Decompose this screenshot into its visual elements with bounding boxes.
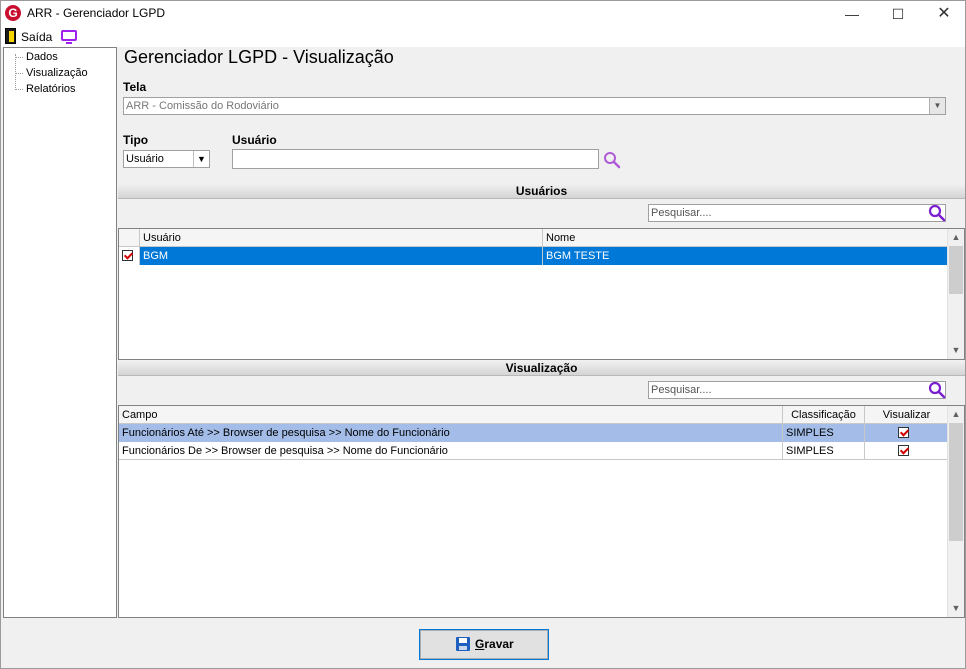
minimize-button[interactable]: — bbox=[829, 1, 875, 27]
navigation-tree: Dados Visualização Relatórios bbox=[3, 47, 117, 618]
menu-exit[interactable]: Saída bbox=[21, 30, 52, 44]
select-column-header[interactable] bbox=[119, 229, 140, 247]
usuario-label: Usuário bbox=[232, 133, 277, 147]
users-scrollbar[interactable]: ▲ ▼ bbox=[947, 229, 964, 359]
cell-classificacao: SIMPLES bbox=[783, 424, 865, 442]
users-grid-header: Usuário Nome bbox=[119, 229, 948, 247]
tree-connector bbox=[15, 89, 23, 90]
window-title: ARR - Gerenciador LGPD bbox=[27, 6, 166, 20]
row-checkbox[interactable] bbox=[122, 250, 133, 261]
app-window: G ARR - Gerenciador LGPD — ☐ ✕ Saída Dad… bbox=[0, 0, 966, 669]
view-section-header: Visualização bbox=[118, 360, 965, 376]
save-button[interactable]: Gravar bbox=[419, 629, 549, 660]
tipo-select[interactable]: Usuário ▼ bbox=[123, 150, 210, 168]
visualizar-checkbox[interactable] bbox=[898, 427, 909, 438]
cell-campo: Funcionários Até >> Browser de pesquisa … bbox=[119, 424, 783, 442]
close-button[interactable]: ✕ bbox=[921, 1, 966, 27]
save-button-text: ravar bbox=[484, 637, 514, 651]
tree-item-relatorios[interactable]: Relatórios bbox=[26, 83, 76, 95]
scroll-up-icon[interactable]: ▲ bbox=[948, 406, 964, 423]
cell-campo: Funcionários De >> Browser de pesquisa >… bbox=[119, 442, 783, 460]
save-button-label: Gravar bbox=[475, 630, 514, 659]
maximize-button[interactable]: ☐ bbox=[875, 1, 921, 27]
column-header-nome[interactable]: Nome bbox=[543, 229, 948, 247]
cell-classificacao: SIMPLES bbox=[783, 442, 865, 460]
tree-item-dados[interactable]: Dados bbox=[26, 51, 58, 63]
tree-connector bbox=[15, 54, 16, 90]
menu-bar: Saída bbox=[1, 27, 965, 47]
visualizar-checkbox[interactable] bbox=[898, 445, 909, 456]
tree-connector bbox=[15, 57, 23, 58]
view-search-input[interactable]: Pesquisar.... bbox=[648, 381, 946, 399]
floppy-disk-icon bbox=[456, 637, 470, 651]
tela-select-value: ARR - Comissão do Rodoviário bbox=[126, 100, 279, 112]
users-search-input[interactable]: Pesquisar.... bbox=[648, 204, 946, 222]
column-header-visualizar[interactable]: Visualizar bbox=[865, 406, 948, 424]
cell-visualizar[interactable] bbox=[865, 442, 948, 460]
tipo-select-value: Usuário bbox=[126, 153, 164, 165]
cell-usuario: BGM bbox=[140, 247, 543, 265]
chevron-down-icon[interactable]: ▼ bbox=[929, 98, 945, 114]
page-title: Gerenciador LGPD - Visualização bbox=[124, 47, 394, 67]
scroll-thumb[interactable] bbox=[949, 246, 963, 294]
scroll-down-icon[interactable]: ▼ bbox=[948, 342, 964, 359]
cell-visualizar[interactable] bbox=[865, 424, 948, 442]
scroll-thumb[interactable] bbox=[949, 423, 963, 541]
table-row[interactable]: Funcionários Até >> Browser de pesquisa … bbox=[119, 424, 948, 442]
usuario-input[interactable] bbox=[232, 149, 599, 169]
monitor-icon[interactable] bbox=[61, 30, 77, 44]
view-grid-header: Campo Classificação Visualizar bbox=[119, 406, 948, 424]
tree-item-visualizacao[interactable]: Visualização bbox=[26, 67, 88, 79]
table-row[interactable]: Funcionários De >> Browser de pesquisa >… bbox=[119, 442, 948, 460]
chevron-down-icon[interactable]: ▼ bbox=[193, 151, 209, 167]
cell-nome: BGM TESTE bbox=[546, 250, 610, 262]
users-section-header: Usuários bbox=[118, 183, 965, 199]
search-icon[interactable] bbox=[603, 151, 621, 169]
search-icon[interactable] bbox=[928, 381, 946, 399]
column-header-campo[interactable]: Campo bbox=[119, 406, 783, 424]
scroll-up-icon[interactable]: ▲ bbox=[948, 229, 964, 246]
row-checkbox-cell[interactable] bbox=[119, 247, 140, 265]
search-icon[interactable] bbox=[928, 204, 946, 222]
view-grid: Campo Classificação Visualizar Funcionár… bbox=[118, 405, 965, 618]
save-button-mnemonic: G bbox=[475, 637, 485, 651]
tipo-label: Tipo bbox=[123, 133, 149, 147]
app-logo-icon: G bbox=[5, 5, 21, 21]
tree-connector bbox=[15, 73, 23, 74]
column-header-usuario[interactable]: Usuário bbox=[140, 229, 543, 247]
title-bar: G ARR - Gerenciador LGPD — ☐ ✕ bbox=[1, 1, 965, 27]
view-scrollbar[interactable]: ▲ ▼ bbox=[947, 406, 964, 617]
table-row[interactable]: BGM BGM TESTE bbox=[119, 247, 948, 265]
tela-label: Tela bbox=[123, 80, 147, 94]
column-header-classificacao[interactable]: Classificação bbox=[783, 406, 865, 424]
scroll-down-icon[interactable]: ▼ bbox=[948, 600, 964, 617]
exit-door-icon[interactable] bbox=[5, 28, 16, 44]
users-grid: Usuário Nome BGM BGM TESTE ▲ ▼ bbox=[118, 228, 965, 360]
tela-select[interactable]: ARR - Comissão do Rodoviário ▼ bbox=[123, 97, 946, 115]
